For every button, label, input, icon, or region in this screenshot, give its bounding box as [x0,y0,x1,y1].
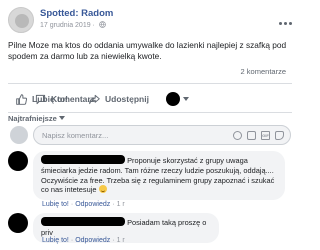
comment-like-link[interactable]: Lubię to! [42,201,69,208]
camera-icon[interactable] [247,131,256,140]
post-text: Pilne Moze ma ktos do oddania umywalke d… [8,40,287,61]
comment-label: Komentarz [51,94,95,104]
globe-icon [99,21,106,28]
redacted-commenter-name [41,155,125,164]
post-header: Spotted: Radom 17 grudnia 2019 · [8,6,292,34]
post-as-selector[interactable] [166,92,189,106]
viewer-avatar [166,92,180,106]
chevron-down-icon [183,97,189,101]
divider-top [8,83,292,84]
page-avatar[interactable] [8,7,34,33]
post-date-text[interactable]: 17 grudnia 2019 · [40,22,95,29]
comment-age[interactable]: 1 r [117,201,125,208]
page-name-link[interactable]: Spotted: Radom [40,8,113,19]
comment-reply-link[interactable]: Odpowiedz [75,237,110,244]
comment-sort-label: Najtrafniejsze [8,114,57,123]
gif-icon[interactable]: GIF [261,131,270,140]
emoji-icon[interactable] [233,131,242,140]
post-date[interactable]: 17 grudnia 2019 · [40,21,106,29]
divider-bottom [8,112,292,113]
viewer-avatar [10,126,28,144]
comment-reply-link[interactable]: Odpowiedz [75,201,110,208]
post-action-bar: Lubię to! Komentarz Udostępnij [8,85,292,113]
comment-count-link[interactable]: 2 komentarze [241,67,286,76]
commenter-avatar[interactable] [8,151,28,171]
commenter-avatar[interactable] [8,213,28,233]
sticker-icon[interactable] [275,131,284,140]
comment-bubble: Proponuje skorzystać z grupy uwaga śmiec… [33,151,285,201]
comment-button[interactable]: Komentarz [16,87,114,111]
comment-composer: Napisz komentarz... GIF [8,124,292,146]
comment-input-placeholder: Napisz komentarz... [42,131,109,140]
comment-bubble-icon [35,94,46,104]
comment-like-link[interactable]: Lubię to! [42,237,69,244]
redacted-commenter-name [41,217,125,226]
smile-emoji-icon [98,185,107,194]
post-options-icon[interactable] [277,12,292,30]
comment-input[interactable]: Napisz komentarz... GIF [33,125,291,145]
comment-age[interactable]: 1 r [117,237,125,244]
composer-tools: GIF [228,131,284,140]
comment-actions: Lubię to! · Odpowiedz · 1 r [42,201,125,208]
comment-actions: Lubię to! · Odpowiedz · 1 r [42,237,125,244]
chevron-down-icon [58,116,65,120]
comment-sort-selector[interactable]: Najtrafniejsze [8,114,65,123]
